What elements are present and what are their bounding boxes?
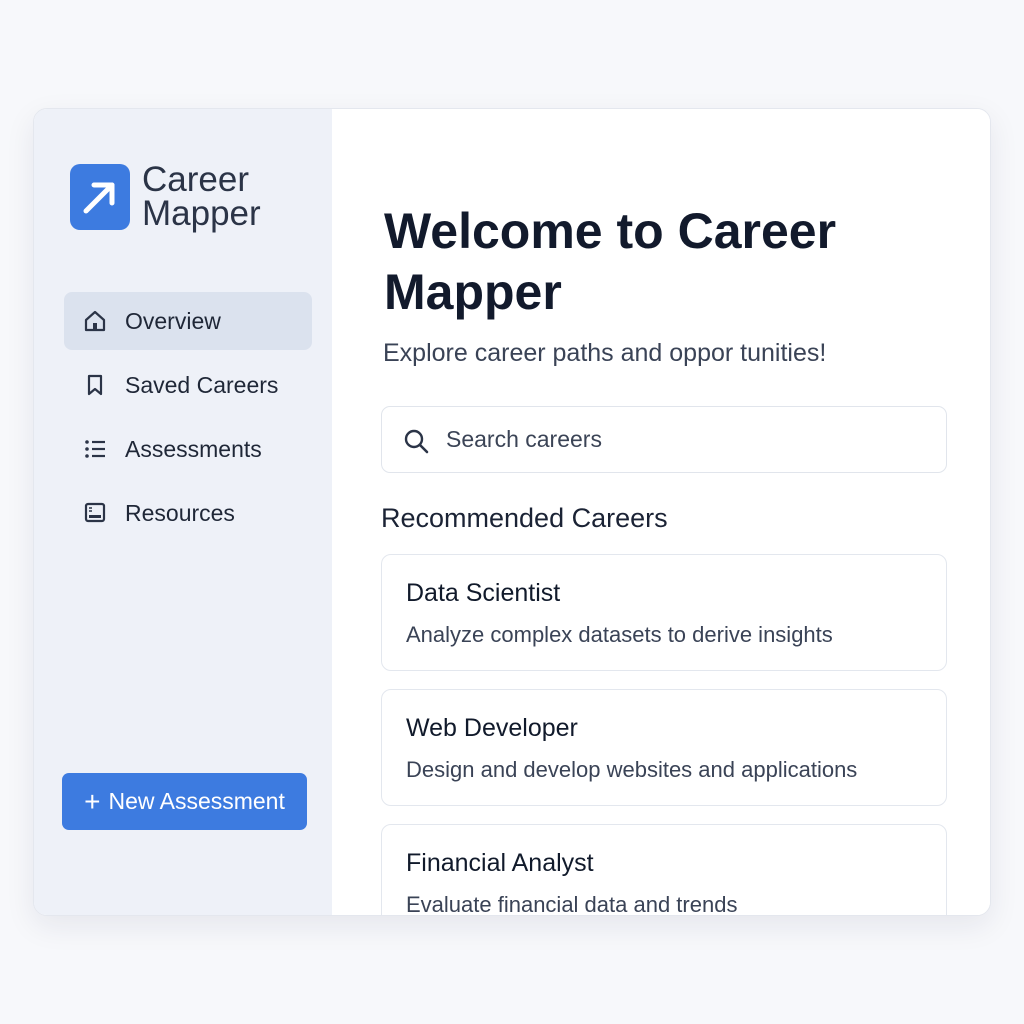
- career-list: Data Scientist Analyze complex datasets …: [381, 554, 947, 916]
- career-title: Web Developer: [406, 714, 578, 742]
- new-assessment-label: New Assessment: [108, 788, 285, 814]
- sidebar-item-overview[interactable]: Overview: [64, 292, 312, 350]
- arrow-up-right-icon: [70, 164, 130, 230]
- section-title: Recommended Careers: [381, 503, 668, 533]
- page-subtitle: Explore career paths and oppor tunities!: [383, 339, 827, 367]
- career-description: Analyze complex datasets to derive insig…: [406, 622, 833, 647]
- career-title: Data Scientist: [406, 579, 561, 607]
- main-content: Welcome to Career Mapper Explore career …: [332, 109, 990, 915]
- home-icon: [83, 309, 107, 333]
- career-card[interactable]: Data Scientist Analyze complex datasets …: [381, 554, 947, 671]
- sidebar-item-saved-careers[interactable]: Saved Careers: [64, 356, 312, 414]
- list-icon: [83, 437, 107, 461]
- search-box[interactable]: [381, 406, 947, 473]
- brand: Career Mapper: [70, 160, 282, 233]
- sidebar-item-resources[interactable]: Resources: [64, 484, 312, 542]
- career-description: Design and develop websites and applicat…: [406, 757, 858, 782]
- page-title: Welcome to Career Mapper: [384, 203, 837, 320]
- plus-icon: +: [84, 785, 101, 817]
- app-window: Career Mapper Overview Saved Careers Ass…: [33, 108, 991, 916]
- career-card[interactable]: Web Developer Design and develop website…: [381, 689, 947, 806]
- career-description: Evaluate financial data and trends: [406, 892, 738, 916]
- career-card[interactable]: Financial Analyst Evaluate financial dat…: [381, 824, 947, 916]
- brand-name: Career Mapper: [142, 160, 261, 233]
- sidebar-item-label: Resources: [125, 499, 235, 526]
- sidebar-item-label: Overview: [125, 307, 221, 334]
- new-assessment-button[interactable]: + New Assessment: [62, 773, 307, 830]
- monitor-icon: [83, 501, 107, 525]
- sidebar: Career Mapper Overview Saved Careers Ass…: [34, 109, 332, 915]
- sidebar-item-label: Saved Careers: [125, 371, 279, 398]
- sidebar-item-assessments[interactable]: Assessments: [64, 420, 312, 478]
- sidebar-item-label: Assessments: [125, 435, 262, 462]
- bookmark-icon: [83, 373, 107, 397]
- sidebar-nav: Overview Saved Careers Assessments Resou…: [64, 292, 312, 548]
- career-title: Financial Analyst: [406, 849, 594, 877]
- search-icon: [402, 427, 430, 455]
- search-input[interactable]: [444, 407, 928, 472]
